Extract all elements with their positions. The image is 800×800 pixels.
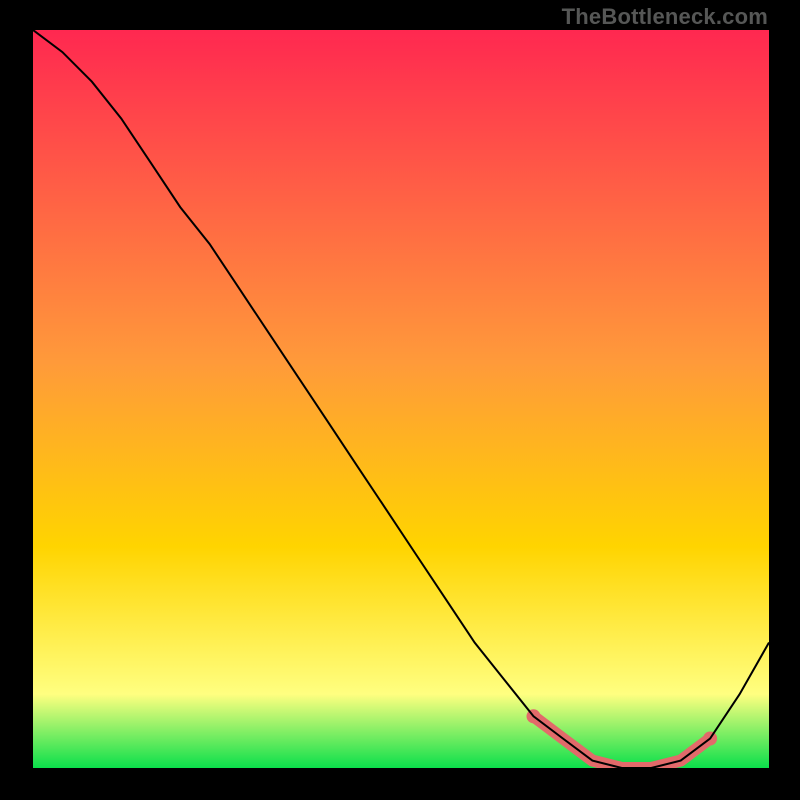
watermark-text: TheBottleneck.com	[562, 4, 768, 30]
chart-frame: TheBottleneck.com	[0, 0, 800, 800]
gradient-background	[33, 30, 769, 768]
bottleneck-chart	[33, 30, 769, 768]
plot-area	[33, 30, 769, 768]
